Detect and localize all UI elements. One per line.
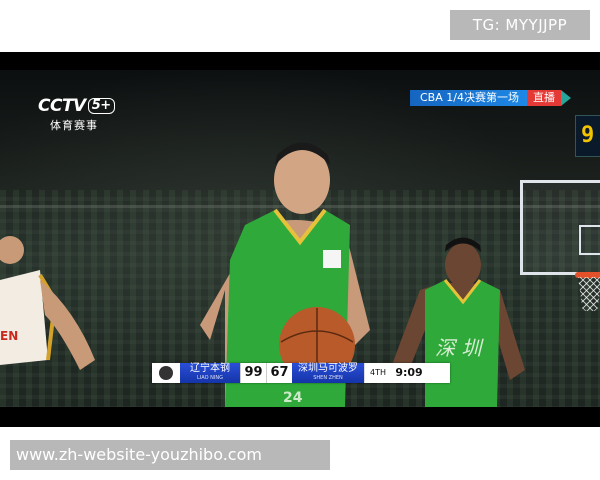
away-team-pinyin: SHEN ZHEN [313,375,343,381]
cba-logo-icon [152,363,180,383]
svg-text:深 圳: 深 圳 [435,336,484,360]
cctv-suffix: 5+ [87,98,115,114]
banner-arrow-icon [560,90,571,106]
home-team-name: 辽宁本钢 [190,363,230,374]
letterbox-top [0,52,600,70]
website-url-watermark: www.zh-website-youzhibo.com [10,440,330,470]
match-banner: CBA 1/4决赛第一场 直播 [410,90,571,106]
home-score: 99 [240,363,266,383]
scoreboard: 辽宁本钢 LIAO NING 99 67 深圳马可波罗 SHEN ZHEN 4T… [152,363,450,383]
left-player: EN [0,236,95,370]
live-badge: 直播 [526,90,561,106]
cctv-subtitle: 体育赛事 [50,119,98,132]
center-player-number: 24 [283,390,303,406]
tg-watermark: TG: MYYJJPP [450,10,590,40]
game-period: 4TH [364,363,391,383]
broadcast-scene: 9 EN 24 深 圳 CCTV 5+ 体育赛事 CBA 1/4决赛第一场 直播… [0,70,600,407]
shot-clock-display: 9 [575,115,600,157]
game-clock: 9:09 [391,363,427,383]
away-score: 67 [266,363,292,383]
svg-text:EN: EN [0,329,18,343]
away-team-name: 深圳马可波罗 [298,363,358,374]
home-team-pinyin: LIAO NING [197,375,223,381]
cctv-name: CCTV [38,96,86,116]
home-team: 辽宁本钢 LIAO NING [180,363,240,383]
letterbox-bottom [0,407,600,427]
video-player[interactable]: 9 EN 24 深 圳 CCTV 5+ 体育赛事 CBA 1/4决赛第一场 直播… [0,52,600,427]
match-title: CBA 1/4决赛第一场 [410,90,527,106]
away-team: 深圳马可波罗 SHEN ZHEN [292,363,364,383]
cctv-channel-logo: CCTV 5+ 体育赛事 [38,96,118,136]
